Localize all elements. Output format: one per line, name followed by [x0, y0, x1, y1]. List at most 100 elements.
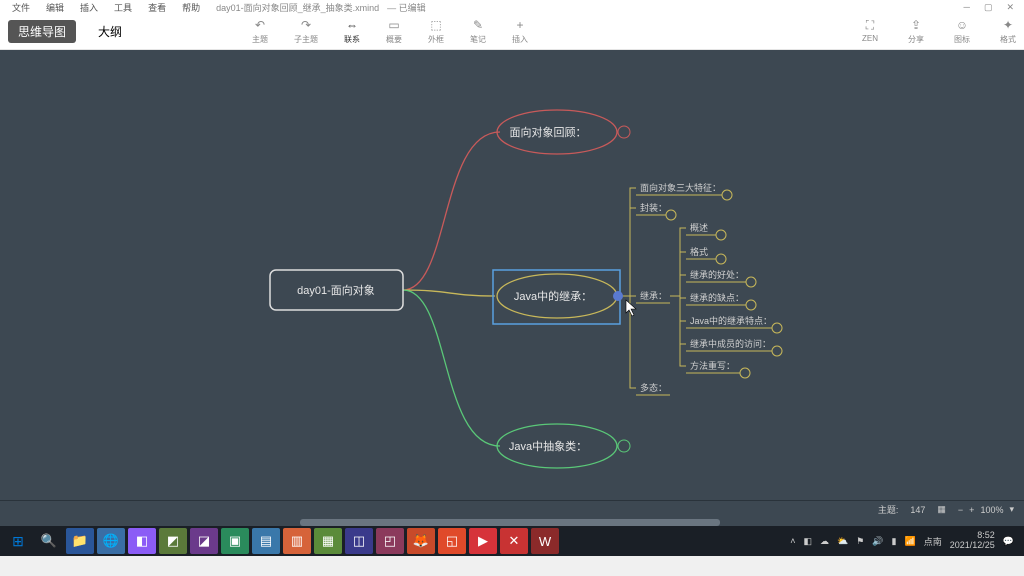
svg-text:10: 10 [620, 128, 629, 137]
link-icon: ⇔ [344, 18, 360, 32]
node-drawbacks[interactable]: 继承的缺点： 2 [686, 292, 756, 310]
menu-tools[interactable]: 工具 [106, 1, 140, 14]
node-benefits[interactable]: 继承的好处： 2 [686, 269, 756, 287]
svg-text:6: 6 [775, 347, 780, 356]
sticker-icon: ☺ [954, 18, 970, 32]
tool-share[interactable]: ⇪分享 [908, 18, 924, 45]
undo-icon: ↶ [252, 18, 268, 32]
tool-format[interactable]: ✦格式 [1000, 18, 1016, 45]
task-app9[interactable]: ◰ [376, 528, 404, 554]
clock[interactable]: 8:52 2021/12/25 [950, 531, 995, 551]
document-status: — 已编辑 [387, 1, 426, 14]
task-app12[interactable]: ✕ [500, 528, 528, 554]
svg-text:7: 7 [669, 211, 674, 220]
cursor-icon [626, 300, 636, 316]
node-member-access[interactable]: 继承中成员的访问： 6 [686, 338, 782, 356]
node-oop-review-label: 面向对象回顾： [510, 125, 587, 139]
task-app7[interactable]: ▦ [314, 528, 342, 554]
task-wps[interactable]: W [531, 528, 559, 554]
menu-help[interactable]: 帮助 [174, 1, 208, 14]
tool-icon[interactable]: ☺图标 [954, 18, 970, 45]
zoom-in-icon[interactable]: + [969, 505, 974, 515]
format-icon: ✦ [1000, 18, 1016, 32]
tool-summary[interactable]: ▭概要 [386, 18, 402, 45]
tool-topic[interactable]: ↶主题 [252, 18, 268, 45]
task-app1[interactable]: ◧ [128, 528, 156, 554]
tool-subtopic[interactable]: ↷子主题 [294, 18, 318, 45]
svg-text:继承的好处：: 继承的好处： [690, 269, 744, 280]
tray-chevron-icon[interactable]: ˄ [790, 536, 795, 546]
svg-text:2: 2 [775, 324, 780, 333]
task-app2[interactable]: ◩ [159, 528, 187, 554]
system-tray[interactable]: ˄ ◧ ☁ ⛅ ⚑ 🔊 ▮ 📶 点南 8:52 2021/12/25 💬 [790, 531, 1020, 551]
tool-zen[interactable]: ⛶ZEN [862, 18, 878, 45]
task-app5[interactable]: ▤ [252, 528, 280, 554]
tray-cloud-icon[interactable]: ☁ [820, 536, 829, 547]
menubar: 文件 编辑 插入 工具 查看 帮助 day01-面向对象回顾_继承_抽象类.xm… [0, 0, 1024, 14]
menu-insert[interactable]: 插入 [72, 1, 106, 14]
svg-text:Java中的继承特点：: Java中的继承特点： [690, 315, 772, 326]
map-icon[interactable]: ▦ [937, 504, 946, 515]
mindmap-canvas[interactable]: day01-面向对象 面向对象回顾： 10 Java中的继承： Java中抽象类… [0, 50, 1024, 526]
task-app11[interactable]: ▶ [469, 528, 497, 554]
taskbar: ⊞ 🔍 📁 🌐 ◧ ◩ ◪ ▣ ▤ ▥ ▦ ◫ ◰ 🦊 ◱ ▶ ✕ W ˄ ◧ … [0, 526, 1024, 556]
node-format[interactable]: 格式1 [686, 246, 726, 264]
zoom-dropdown-icon[interactable]: ▾ [1009, 504, 1014, 515]
horizontal-scrollbar[interactable] [300, 519, 720, 526]
zoom-out-icon[interactable]: − [958, 505, 963, 515]
tool-boundary[interactable]: ⬚外框 [428, 18, 444, 45]
window-minimize-icon[interactable]: ─ [964, 2, 970, 13]
redo-icon: ↷ [298, 18, 314, 32]
statusbar: 主题: 147 ▦ − + 100% ▾ [0, 500, 1024, 518]
tray-onedrive-icon[interactable]: ⛅ [837, 536, 848, 547]
tray-battery-icon[interactable]: ▮ [892, 536, 897, 547]
zoom-level[interactable]: 100% [980, 505, 1003, 515]
window-maximize-icon[interactable]: ▢ [984, 2, 993, 13]
summary-icon: ▭ [386, 18, 402, 32]
node-java-inherit-features[interactable]: Java中的继承特点：2 [686, 315, 782, 333]
node-encapsulation[interactable]: 封装： [640, 202, 667, 213]
svg-text:继承中成员的访问：: 继承中成员的访问： [690, 338, 771, 349]
search-icon[interactable]: 🔍 [35, 528, 63, 554]
node-inherit-branch[interactable]: 继承： [640, 290, 667, 301]
notifications-icon[interactable]: 💬 [1003, 536, 1014, 547]
task-app10[interactable]: ◱ [438, 528, 466, 554]
task-app3[interactable]: ◪ [190, 528, 218, 554]
task-app4[interactable]: ▣ [221, 528, 249, 554]
node-polymorphism[interactable]: 多态： [640, 382, 667, 393]
window-close-icon[interactable]: ✕ [1006, 2, 1014, 13]
task-firefox[interactable]: 🦊 [407, 528, 435, 554]
expand-handle-icon[interactable] [613, 291, 623, 301]
tab-outline[interactable]: 大纲 [88, 20, 132, 43]
node-three-features[interactable]: 面向对象三大特征： [640, 182, 721, 193]
tab-mindmap[interactable]: 思维导图 [8, 20, 76, 43]
start-button[interactable]: ⊞ [4, 528, 32, 554]
svg-text:2: 2 [749, 278, 754, 287]
note-icon: ✎ [470, 18, 486, 32]
svg-text:2: 2 [749, 301, 754, 310]
tool-relation[interactable]: ⇔联系 [344, 18, 360, 45]
node-override[interactable]: 方法重写：9 [686, 360, 750, 378]
svg-text:10: 10 [620, 442, 629, 451]
task-app8[interactable]: ◫ [345, 528, 373, 554]
svg-text:1: 1 [725, 191, 730, 200]
task-app6[interactable]: ▥ [283, 528, 311, 554]
tool-marker[interactable]: ✎笔记 [470, 18, 486, 45]
node-overview[interactable]: 概述1 [686, 222, 726, 240]
menu-file[interactable]: 文件 [4, 1, 38, 14]
svg-text:9: 9 [743, 369, 748, 378]
menu-edit[interactable]: 编辑 [38, 1, 72, 14]
task-explorer[interactable]: 📁 [66, 528, 94, 554]
svg-text:继承的缺点：: 继承的缺点： [690, 292, 744, 303]
tray-security-icon[interactable]: ⚑ [856, 536, 864, 547]
tray-wifi-icon[interactable]: 📶 [905, 536, 916, 547]
topics-count: 147 [910, 505, 925, 515]
tray-app-icon[interactable]: ◧ [804, 536, 813, 547]
tray-ime[interactable]: 点南 [924, 535, 942, 548]
svg-text:1: 1 [719, 231, 724, 240]
task-edge[interactable]: 🌐 [97, 528, 125, 554]
share-icon: ⇪ [908, 18, 924, 32]
menu-view[interactable]: 查看 [140, 1, 174, 14]
tool-insert[interactable]: +插入 [512, 18, 528, 45]
tray-volume-icon[interactable]: 🔊 [872, 536, 883, 547]
